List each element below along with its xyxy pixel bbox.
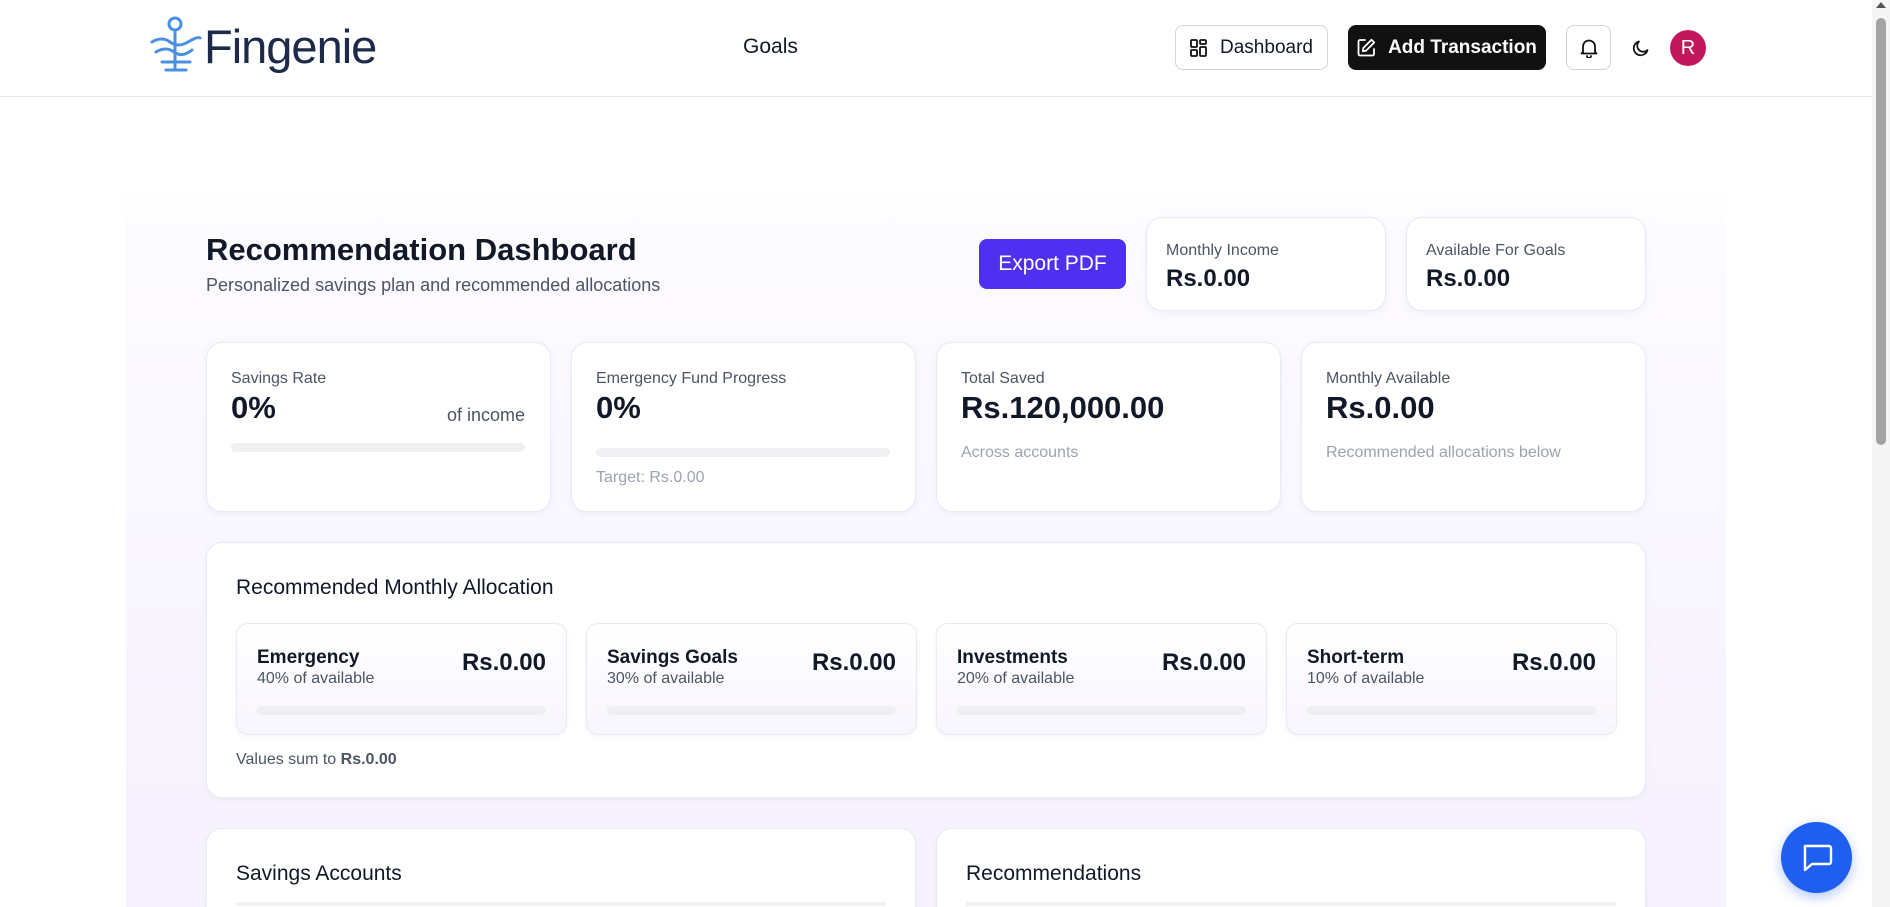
add-transaction-button[interactable]: Add Transaction (1348, 25, 1546, 70)
savings-rate-value: 0% (231, 390, 276, 425)
nav-link-goals[interactable]: Goals (743, 35, 798, 59)
total-saved-label: Total Saved (961, 370, 1045, 387)
savings-accounts-title: Savings Accounts (236, 862, 402, 885)
top-header: Fingenie Goals Dashboard Add Transaction… (0, 0, 1872, 97)
allocation-card-investments: Investments 20% of available Rs.0.00 (936, 623, 1267, 735)
bell-icon (1580, 39, 1597, 58)
total-saved-value: Rs.120,000.00 (961, 390, 1165, 425)
chat-button[interactable] (1781, 822, 1852, 893)
emergency-fund-value: 0% (596, 390, 641, 425)
recommendations-divider (966, 902, 1616, 906)
dashboard-button-label: Dashboard (1220, 36, 1313, 58)
monthly-available-label: Monthly Available (1326, 370, 1451, 387)
savings-rate-suffix: of income (446, 405, 525, 425)
allocation-card-emergency: Emergency 40% of available Rs.0.00 (236, 623, 567, 735)
theme-toggle-button[interactable] (1629, 33, 1653, 63)
page-scrollbar[interactable] (1872, 0, 1890, 907)
allocation-progress-bar (607, 706, 896, 715)
allocation-sum-value: Rs.0.00 (340, 751, 397, 768)
emergency-fund-card: Emergency Fund Progress 0% Target: Rs.0.… (571, 342, 916, 512)
allocation-card-short-term: Short-term 10% of available Rs.0.00 (1286, 623, 1617, 735)
allocation-progress-bar (957, 706, 1246, 715)
monthly-income-card: Monthly Income Rs.0.00 (1146, 217, 1386, 311)
allocation-percent: 40% of available (257, 670, 375, 687)
monthly-income-label: Monthly Income (1166, 242, 1279, 259)
dashboard-button[interactable]: Dashboard (1175, 25, 1328, 70)
monthly-available-card: Monthly Available Rs.0.00 Recommended al… (1301, 342, 1646, 512)
available-for-goals-value: Rs.0.00 (1426, 265, 1511, 292)
total-saved-card: Total Saved Rs.120,000.00 Across account… (936, 342, 1281, 512)
page-title: Recommendation Dashboard (206, 232, 637, 267)
allocation-progress-bar (1307, 706, 1596, 715)
allocation-amount: Rs.0.00 (1511, 649, 1596, 676)
allocation-percent: 20% of available (957, 670, 1075, 687)
brand-logo[interactable]: Fingenie (148, 16, 377, 76)
recommendations-title: Recommendations (966, 862, 1142, 885)
fingenie-logo-icon (150, 16, 202, 72)
edit-icon (1357, 38, 1376, 57)
allocation-name: Investments (957, 647, 1068, 668)
scrollbar-thumb[interactable] (1876, 18, 1886, 445)
savings-rate-card: Savings Rate 0% of income (206, 342, 551, 512)
allocation-progress-bar (257, 706, 546, 715)
page-subtitle: Personalized savings plan and recommende… (206, 275, 661, 295)
allocation-sum-prefix: Values sum to (236, 751, 337, 768)
monthly-allocation-section: Recommended Monthly Allocation Emergency… (206, 542, 1646, 798)
add-transaction-label: Add Transaction (1388, 36, 1537, 58)
allocation-percent: 10% of available (1307, 670, 1425, 687)
moon-icon (1632, 40, 1649, 57)
allocation-amount: Rs.0.00 (461, 649, 546, 676)
allocation-name: Short-term (1307, 647, 1405, 668)
emergency-fund-label: Emergency Fund Progress (596, 370, 787, 387)
emergency-fund-progress-bar (596, 448, 890, 457)
allocation-name: Savings Goals (607, 647, 738, 668)
savings-accounts-divider (236, 902, 886, 906)
available-for-goals-card: Available For Goals Rs.0.00 (1406, 217, 1646, 311)
savings-rate-label: Savings Rate (231, 370, 327, 387)
savings-rate-progress-bar (231, 443, 525, 452)
notifications-button[interactable] (1566, 25, 1611, 70)
emergency-fund-target: Target: Rs.0.00 (596, 469, 705, 486)
allocation-amount: Rs.0.00 (1161, 649, 1246, 676)
allocation-amount: Rs.0.00 (811, 649, 896, 676)
export-pdf-button[interactable]: Export PDF (979, 239, 1126, 289)
recommendations-section: Recommendations (936, 828, 1646, 907)
allocation-section-title: Recommended Monthly Allocation (236, 576, 554, 599)
chat-icon (1803, 844, 1832, 871)
available-for-goals-label: Available For Goals (1426, 242, 1566, 259)
user-avatar[interactable]: R (1670, 30, 1706, 66)
allocation-percent: 30% of available (607, 670, 725, 687)
monthly-income-value: Rs.0.00 (1166, 265, 1251, 292)
allocation-name: Emergency (257, 647, 360, 668)
allocation-sum-note: Values sum to Rs.0.00 (236, 751, 397, 769)
savings-accounts-section: Savings Accounts (206, 828, 916, 907)
brand-name: Fingenie (204, 19, 377, 73)
monthly-available-value: Rs.0.00 (1326, 390, 1435, 425)
scroll-up-arrow-icon[interactable] (1876, 2, 1886, 8)
grid-icon (1190, 38, 1207, 57)
monthly-available-sub: Recommended allocations below (1326, 444, 1561, 461)
total-saved-sub: Across accounts (961, 444, 1079, 461)
allocation-card-savings-goals: Savings Goals 30% of available Rs.0.00 (586, 623, 917, 735)
